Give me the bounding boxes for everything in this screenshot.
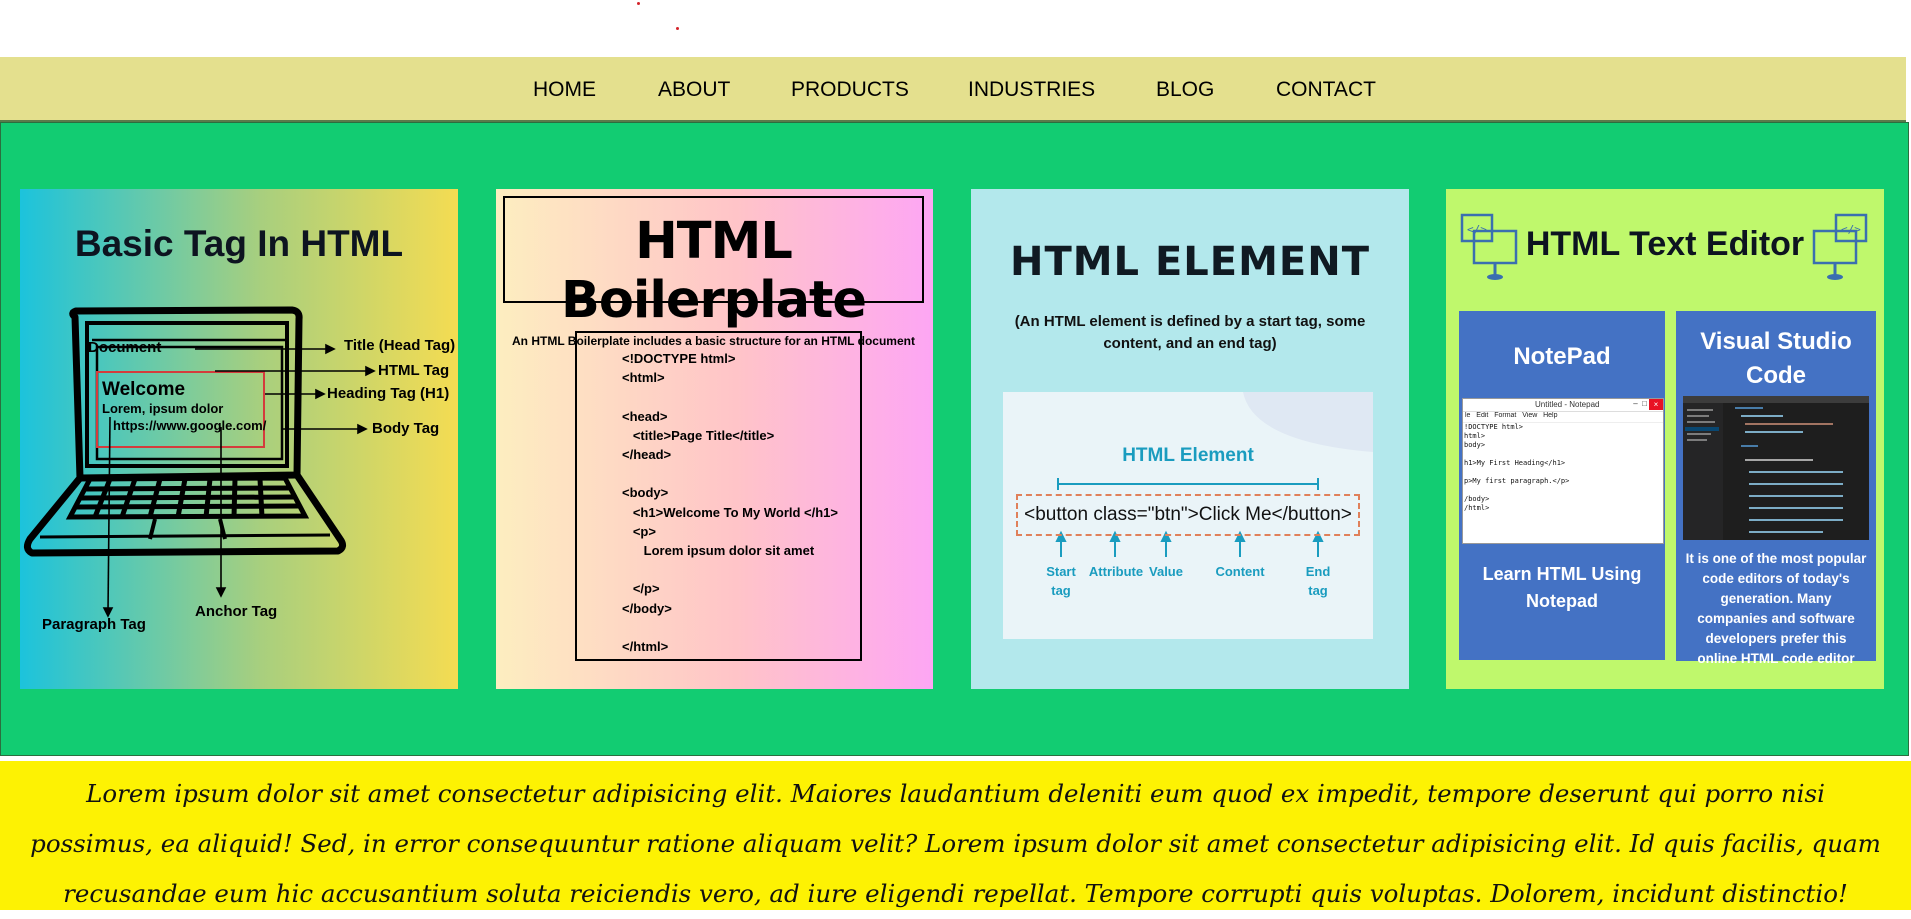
code-line: </html> <box>622 638 669 654</box>
card-title: HTML Boilerplate <box>561 212 867 330</box>
vscode-screenshot <box>1683 396 1869 540</box>
code-line: <p> <box>622 523 656 539</box>
decorative-dot <box>676 27 679 30</box>
annotation-content: Content <box>1215 564 1265 579</box>
notepad-line: html> <box>1464 432 1486 440</box>
card-title: HTML ELEMENT <box>1009 239 1370 285</box>
notepad-menubar: le Edit Format View Help <box>1463 412 1663 423</box>
card-subtitle: (An HTML element is defined by a start t… <box>1014 313 1366 352</box>
nav-about-link[interactable]: ABOUT <box>658 57 730 120</box>
code-line: <head> <box>622 408 668 424</box>
diagram-title: HTML Element <box>1122 445 1254 466</box>
nav-products-link[interactable]: PRODUCTS <box>791 57 909 120</box>
code-line: <body> <box>622 485 669 501</box>
code-line: Lorem ipsum dolor sit amet <box>622 543 815 558</box>
card-basic-tags[interactable]: Basic Tag In HTML Document Welcome Lorem… <box>20 189 458 689</box>
vscode-title: Visual Studio Code <box>1700 328 1852 389</box>
menu-item: Edit <box>1476 412 1489 419</box>
notepad-line: !DOCTYPE html> <box>1464 423 1524 431</box>
nav-contact-link[interactable]: CONTACT <box>1276 57 1376 120</box>
notepad-box: NotePad Untitled - Notepad – □ × le Edit… <box>1459 311 1665 660</box>
nav-industries-link[interactable]: INDUSTRIES <box>968 57 1095 120</box>
notepad-line: body> <box>1464 441 1486 449</box>
card-title: HTML Text Editor <box>1525 225 1805 263</box>
notepad-line: /html> <box>1464 504 1490 512</box>
card-html-boilerplate[interactable]: HTML Boilerplate An HTML Boilerplate inc… <box>496 189 933 689</box>
screen-heading-text: Welcome <box>102 379 186 400</box>
code-lines-graphic <box>1687 407 1843 533</box>
screen-paragraph-text: Lorem, ipsum dolor <box>102 401 224 416</box>
label-anchor-tag: Anchor Tag <box>195 603 278 620</box>
label-html-tag: HTML Tag <box>378 362 450 379</box>
menu-item: Help <box>1543 412 1558 419</box>
annotation-value: Value <box>1149 564 1183 579</box>
main-navbar: HOME ABOUT PRODUCTS INDUSTRIES BLOG CONT… <box>0 57 1906 122</box>
code-line: </p> <box>622 581 660 597</box>
notepad-window-title: Untitled - Notepad <box>1535 400 1600 409</box>
notepad-caption: Learn HTML Using Notepad <box>1482 564 1642 611</box>
footer-lorem-text: Lorem ipsum dolor sit amet consectetur a… <box>0 761 1911 910</box>
vscode-box: Visual Studio Code It is one of the most… <box>1676 311 1876 666</box>
vscode-caption: It is one of the most popular code edito… <box>1685 551 1867 666</box>
window-controls-icon: – □ <box>1633 399 1647 408</box>
notepad-text: !DOCTYPE html> html> body> h1>My First H… <box>1463 423 1663 513</box>
menu-item: View <box>1522 412 1538 419</box>
code-line: </head> <box>622 447 672 462</box>
boilerplate-header: HTML Boilerplate An HTML Boilerplate inc… <box>503 196 924 348</box>
nav-blog-link[interactable]: BLOG <box>1156 57 1214 120</box>
element-diagram-panel: HTML Element <button class="btn">Click M… <box>1003 392 1373 639</box>
boilerplate-code-block: <!DOCTYPE html> <html> <head> <title>Pag… <box>575 331 862 661</box>
label-paragraph-tag: Paragraph Tag <box>42 616 146 633</box>
notepad-title: NotePad <box>1513 343 1611 370</box>
code-line: <h1>Welcome To My World </h1> <box>622 504 839 520</box>
notepad-line: p>My first paragraph.</p> <box>1464 477 1570 485</box>
code-line: <!DOCTYPE html> <box>622 351 736 366</box>
card-html-element[interactable]: HTML ELEMENT (An HTML element is defined… <box>971 189 1409 689</box>
screen-link-text: https://www.google.com/ <box>113 418 267 433</box>
annotation-attribute: Attribute <box>1088 564 1144 579</box>
code-line: </body> <box>622 600 672 616</box>
notepad-screenshot: Untitled - Notepad – □ × le Edit Format … <box>1462 398 1664 544</box>
card-html-text-editor[interactable]: </> </> HTML Text Editor NotePad Untitle… <box>1446 189 1884 689</box>
code-line: <html> <box>622 370 665 386</box>
notepad-line: h1>My First Heading</h1> <box>1464 459 1566 467</box>
annotation-start-tag: Start tag <box>1046 564 1076 598</box>
notepad-line: /body> <box>1464 495 1490 503</box>
nav-home-link[interactable]: HOME <box>533 57 596 120</box>
label-heading-tag: Heading Tag (H1) <box>327 385 450 402</box>
code-line: <title>Page Title</title> <box>622 427 775 443</box>
code-example: <button class="btn">Click Me</button> <box>1016 494 1360 536</box>
decorative-dot <box>637 2 640 5</box>
close-icon: × <box>1649 399 1663 410</box>
annotation-end-tag: End tag <box>1305 564 1331 598</box>
label-body-tag: Body Tag <box>372 420 440 437</box>
menu-item: Format <box>1494 412 1517 419</box>
menu-item: le <box>1465 412 1471 419</box>
screen-title-text: Document <box>88 339 162 356</box>
label-title-tag: Title (Head Tag) <box>344 337 456 354</box>
